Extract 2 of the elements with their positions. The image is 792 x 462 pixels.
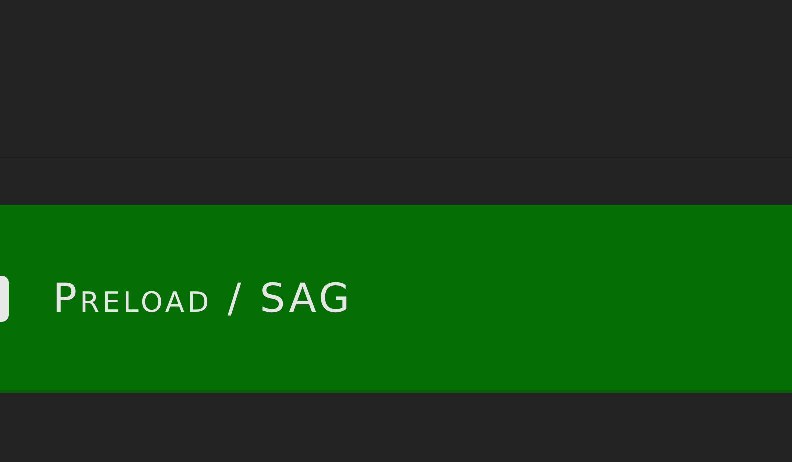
banner-title: Preload / SAG [53, 276, 353, 322]
tile-icon [0, 276, 9, 322]
